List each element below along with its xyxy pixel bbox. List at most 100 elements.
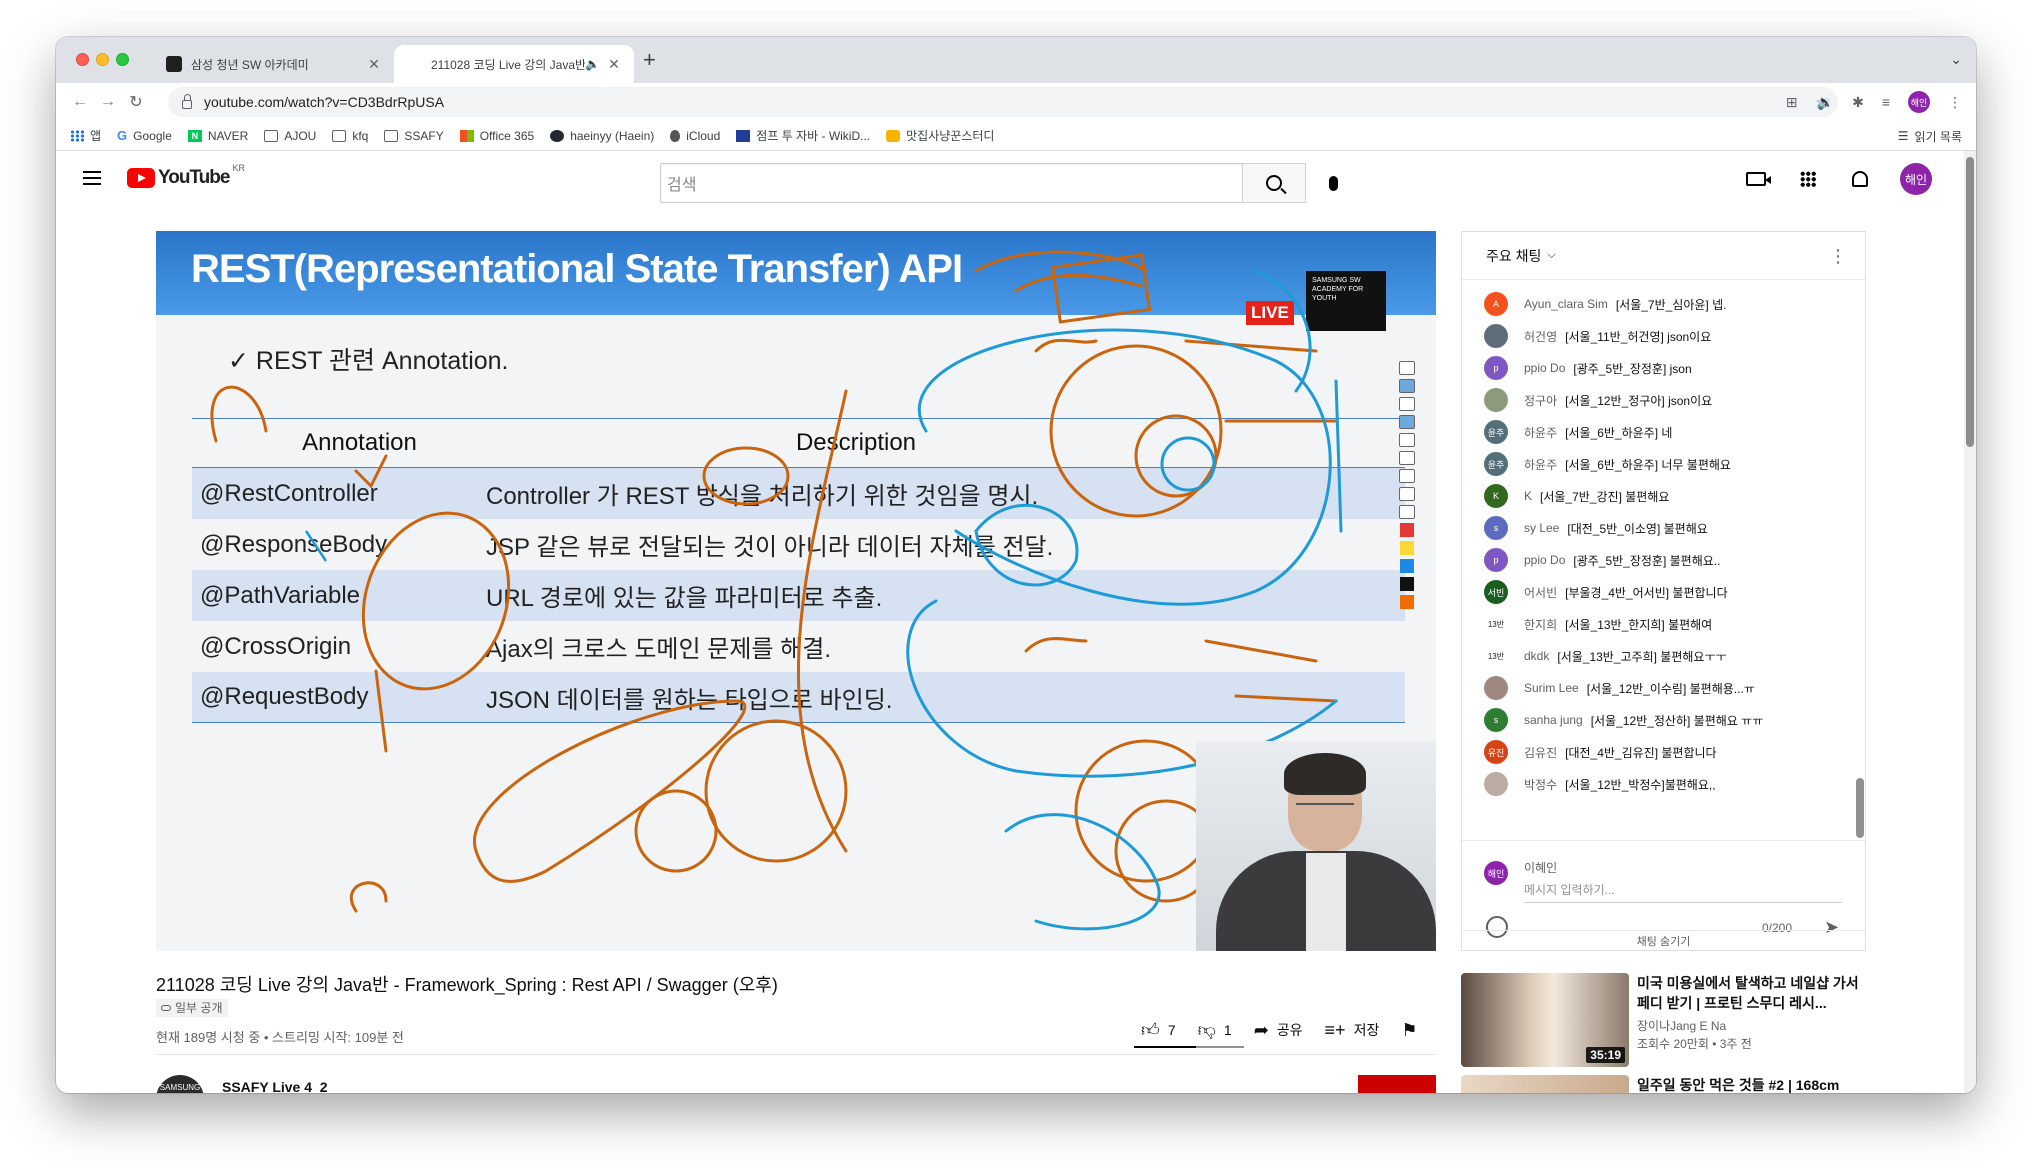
color-swatch-orange[interactable]: [1400, 595, 1414, 609]
chat-message-input[interactable]: 메시지 입력하기...: [1524, 881, 1842, 903]
tab-youtube[interactable]: 211028 코딩 Live 강의 Java반 🔈 ✕: [394, 45, 634, 186]
new-tab-button[interactable]: +: [643, 49, 656, 71]
notifications-button[interactable]: [1848, 167, 1872, 191]
chat-author-avatar[interactable]: A: [1484, 292, 1508, 316]
chat-author-name[interactable]: 한지희: [1524, 616, 1557, 633]
chat-author-name[interactable]: ppio Do: [1524, 553, 1565, 567]
tab-ssafy[interactable]: 삼성 청년 SW 아카데미 ✕: [154, 45, 394, 83]
chat-author-avatar[interactable]: 유진: [1484, 740, 1508, 764]
report-button[interactable]: ⚑: [1401, 1020, 1417, 1041]
chat-author-avatar[interactable]: s: [1484, 708, 1508, 732]
create-video-button[interactable]: [1744, 167, 1771, 191]
back-button[interactable]: ←: [66, 93, 94, 111]
bookmark-office365[interactable]: Office 365: [459, 129, 534, 143]
chat-author-name[interactable]: 하윤주: [1524, 456, 1557, 473]
chat-author-avatar[interactable]: 윤주: [1484, 452, 1508, 476]
cursor-tool-icon[interactable]: [1399, 397, 1415, 411]
chat-author-avatar[interactable]: 13반: [1484, 612, 1508, 636]
tab-search-chevron-icon[interactable]: ⌄: [1950, 51, 1962, 68]
video-thumbnail[interactable]: [1461, 1075, 1629, 1093]
chat-author-avatar[interactable]: p: [1484, 548, 1508, 572]
share-button[interactable]: ➦ 공유: [1254, 1020, 1303, 1041]
address-bar[interactable]: youtube.com/watch?v=CD3BdrRpUSA ⊞ ☆: [168, 87, 1838, 117]
voice-search-button[interactable]: [1317, 167, 1349, 199]
color-swatch-blue[interactable]: [1400, 559, 1414, 573]
forward-button[interactable]: →: [94, 93, 122, 111]
search-button[interactable]: [1242, 163, 1306, 203]
profile-avatar[interactable]: 해인: [1908, 91, 1930, 113]
undo-tool-icon[interactable]: [1399, 469, 1415, 483]
chat-author-avatar[interactable]: [1484, 324, 1508, 348]
bookmark-google[interactable]: G Google: [117, 128, 172, 143]
chat-author-avatar[interactable]: 13반: [1484, 644, 1508, 668]
chat-author-name[interactable]: K: [1524, 489, 1532, 503]
chat-author-avatar[interactable]: s: [1484, 516, 1508, 540]
channel-avatar[interactable]: SAMSUNG SW: [156, 1075, 204, 1093]
bookmark-ajou[interactable]: AJOU: [264, 129, 316, 143]
reload-button[interactable]: ↻: [122, 92, 150, 112]
line-tool-icon[interactable]: [1399, 433, 1415, 447]
chat-author-avatar[interactable]: K: [1484, 484, 1508, 508]
zoom-window-button[interactable]: [116, 53, 129, 66]
subscribe-button[interactable]: [1358, 1075, 1436, 1093]
color-swatch-yellow[interactable]: [1400, 541, 1414, 555]
dislike-button[interactable]: 👎︎ 1: [1198, 1019, 1232, 1041]
trash-tool-icon[interactable]: [1399, 487, 1415, 501]
bookmark-icloud[interactable]: iCloud: [670, 129, 720, 143]
chat-author-avatar[interactable]: p: [1484, 356, 1508, 380]
browser-menu-icon[interactable]: ⋮: [1948, 94, 1962, 111]
bookmark-wikidocs[interactable]: 점프 투 자바 - WikiD...: [736, 127, 870, 144]
bookmark-github[interactable]: haeinyy (Haein): [550, 129, 654, 143]
chat-author-avatar[interactable]: [1484, 676, 1508, 700]
search-input[interactable]: 검색: [660, 163, 1304, 203]
media-queue-icon[interactable]: ≡: [1882, 94, 1890, 110]
chat-author-name[interactable]: sy Lee: [1524, 521, 1559, 535]
chat-author-name[interactable]: 정구아: [1524, 392, 1557, 409]
eraser-tool-icon[interactable]: [1399, 451, 1415, 465]
close-tab-icon[interactable]: ✕: [606, 56, 622, 73]
like-button[interactable]: 👍︎ 7: [1141, 1019, 1176, 1041]
color-swatch-red[interactable]: [1400, 523, 1414, 537]
install-app-icon[interactable]: ⊞: [1786, 94, 1798, 111]
chat-scrollbar[interactable]: [1855, 280, 1865, 840]
chat-author-name[interactable]: Ayun_clara Sim: [1524, 297, 1608, 311]
bookmark-ssafy[interactable]: SSAFY: [384, 129, 444, 143]
minimize-window-button[interactable]: [96, 53, 109, 66]
chat-author-avatar[interactable]: 서빈: [1484, 580, 1508, 604]
save-button[interactable]: ≡+ 저장: [1325, 1020, 1380, 1041]
video-player[interactable]: REST(Representational State Transfer) AP…: [156, 231, 1436, 951]
youtube-logo[interactable]: YouTube KR: [127, 163, 245, 189]
video-thumbnail[interactable]: 35:19: [1461, 973, 1629, 1067]
close-tab-icon[interactable]: ✕: [366, 56, 382, 73]
pen-tool-icon[interactable]: [1399, 361, 1415, 375]
close-window-button[interactable]: [76, 53, 89, 66]
chat-author-name[interactable]: Surim Lee: [1524, 681, 1579, 695]
chat-author-name[interactable]: 하윤주: [1524, 424, 1557, 441]
color-swatch-black[interactable]: [1400, 577, 1414, 591]
chat-author-name[interactable]: 어서빈: [1524, 584, 1557, 601]
extensions-puzzle-icon[interactable]: ✱: [1852, 94, 1864, 111]
speaker-icon[interactable]: 🔈: [585, 57, 600, 71]
chat-author-name[interactable]: 허건영: [1524, 328, 1557, 345]
recommended-video[interactable]: 일주일 동안 먹은 것들 #2 | 168cm: [1461, 1075, 1866, 1093]
chat-author-avatar[interactable]: 윤주: [1484, 420, 1508, 444]
chat-author-name[interactable]: ppio Do: [1524, 361, 1565, 375]
bookmark-study[interactable]: 맛집사냥꾼스터디: [886, 127, 994, 144]
hide-chat-button[interactable]: 채팅 숨기기: [1462, 930, 1865, 952]
page-scrollbar[interactable]: [1964, 151, 1976, 1093]
bookmark-kfq[interactable]: kfq: [332, 129, 368, 143]
channel-name[interactable]: SSAFY Live 4_2: [222, 1079, 328, 1093]
recommended-video[interactable]: 35:19 미국 미용실에서 탈색하고 네일샵 가서 페디 받기 | 프로틴 스…: [1461, 973, 1866, 1067]
chat-author-name[interactable]: 박정수: [1524, 776, 1557, 793]
chat-author-avatar[interactable]: [1484, 772, 1508, 796]
chat-more-icon[interactable]: ⋮: [1829, 246, 1847, 267]
chat-author-name[interactable]: dkdk: [1524, 649, 1549, 663]
bookmark-apps[interactable]: 앱: [70, 127, 101, 144]
media-speaker-icon[interactable]: 🔉: [1817, 94, 1834, 111]
capture-tool-icon[interactable]: [1399, 505, 1415, 519]
reading-list-button[interactable]: ☰ 읽기 목록: [1898, 121, 1962, 151]
apps-button[interactable]: [1796, 167, 1820, 191]
chat-header[interactable]: 주요 채팅 ⌵ ⋮: [1462, 232, 1865, 280]
account-avatar[interactable]: 해인: [1900, 163, 1932, 195]
eye-tool-icon[interactable]: [1399, 379, 1415, 393]
